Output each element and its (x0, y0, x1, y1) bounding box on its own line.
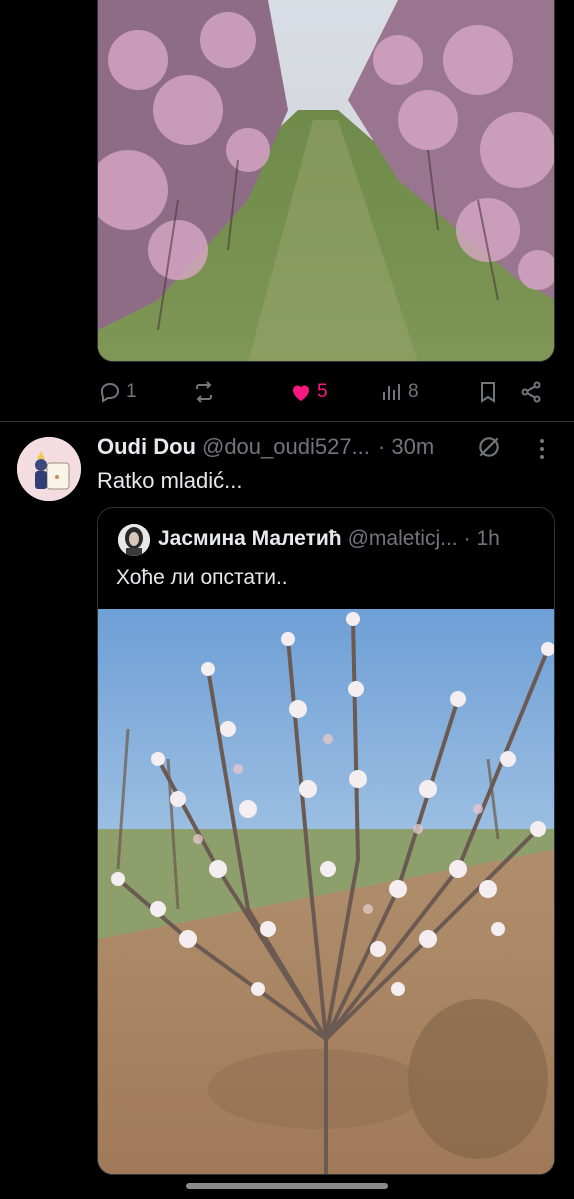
grok-button[interactable] (476, 434, 502, 460)
repost-button[interactable] (192, 380, 220, 404)
quote-display-name[interactable]: Јасмина Малетић (158, 527, 342, 551)
quote-avatar[interactable] (118, 524, 150, 556)
heart-icon (293, 385, 309, 401)
reply-icon (100, 382, 120, 403)
post-header: Oudi Dou @dou_oudi527... · 30m (97, 434, 434, 460)
bookmark-icon (481, 382, 495, 403)
display-name[interactable]: Oudi Dou (97, 434, 196, 460)
bookmark-button[interactable] (476, 380, 500, 404)
share-icon (521, 381, 541, 403)
home-indicator[interactable] (186, 1183, 388, 1189)
quote-image[interactable] (98, 609, 554, 1174)
views-count: 8 (408, 381, 419, 402)
quote-time[interactable]: · 1h (464, 527, 500, 551)
quote-user-handle[interactable]: @maleticj... (348, 527, 458, 551)
like-button[interactable]: 5 (289, 380, 328, 404)
views-icon (383, 384, 400, 400)
grok-icon (479, 437, 499, 457)
previous-post-image[interactable] (97, 0, 555, 362)
repost-icon (196, 381, 212, 403)
like-count: 5 (317, 381, 328, 402)
post-divider (0, 421, 574, 422)
quote-text: Хоће ли опстати.. (116, 566, 288, 589)
quote-header: Јасмина Малетић @maleticj... · 1h (158, 527, 500, 551)
user-handle[interactable]: @dou_oudi527... (202, 434, 370, 460)
more-button[interactable] (530, 436, 554, 462)
share-button[interactable] (519, 380, 543, 404)
views-button[interactable]: 8 (380, 380, 419, 404)
post-time[interactable]: · 30m (378, 434, 434, 460)
reply-count: 1 (126, 381, 137, 402)
avatar[interactable] (17, 437, 81, 501)
quoted-post[interactable]: Јасмина Малетић @maleticj... · 1h Хоће л… (97, 507, 555, 1175)
post-text: Ratko mladić... (97, 468, 243, 493)
more-vertical-icon (540, 439, 544, 459)
reply-button[interactable]: 1 (98, 380, 137, 404)
